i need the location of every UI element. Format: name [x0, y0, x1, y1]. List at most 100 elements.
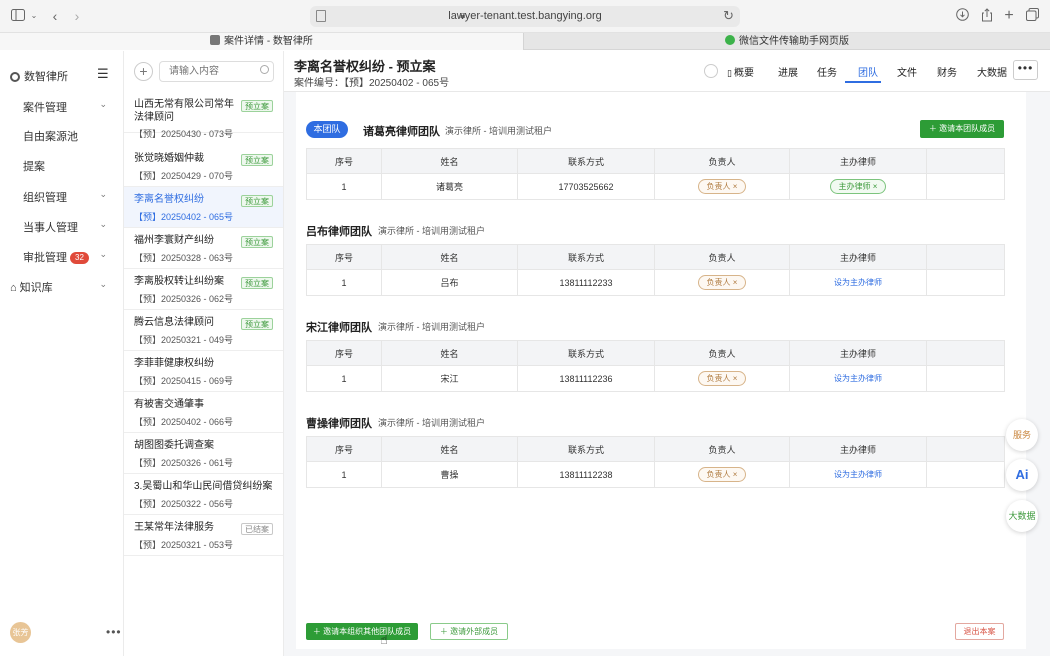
- column-header: 序号: [306, 340, 382, 366]
- lead-tag[interactable]: 负责人 ×: [697, 371, 747, 386]
- cursor-icon: ☝: [380, 632, 388, 647]
- nav-item-knowledge[interactable]: ⌂ 知识库 ⌄: [10, 279, 113, 295]
- team-org: 演示律所 - 培训用测试租户: [378, 226, 485, 236]
- invite-team-member-button[interactable]: ＋ 邀请本团队成员: [920, 120, 1004, 138]
- chevron-down-icon[interactable]: ⌄: [30, 8, 38, 24]
- chevron-down-icon: ⌄: [99, 99, 107, 109]
- case-number: 【预】20250415 - 069号: [134, 376, 234, 386]
- case-title: 山西无常有限公司常年法律顾问: [134, 99, 234, 123]
- list-item[interactable]: 福州李寰财产纠纷 【预】20250328 - 063号 预立案: [124, 228, 283, 269]
- chevron-down-icon: ⌄: [99, 249, 107, 259]
- lead-tag[interactable]: 负责人 ×: [697, 467, 747, 482]
- list-item[interactable]: 李离股权转让纠纷案 【预】20250326 - 062号 预立案: [124, 269, 283, 310]
- set-lead-lawyer-link[interactable]: 设为主办律师: [834, 278, 882, 287]
- page-title: 李离名誉权纠纷 - 预立案: [294, 59, 436, 74]
- tab-overview-icon[interactable]: [1025, 8, 1039, 24]
- list-item[interactable]: 有被害交通肇事 【预】20250402 - 066号: [124, 392, 283, 433]
- nav-item-label: 提案: [23, 161, 45, 173]
- team-name: 宋江律师团队: [306, 322, 372, 334]
- cell-phone: 13811112236: [517, 365, 655, 392]
- case-number: 【预】20250321 - 053号: [134, 540, 234, 550]
- nav-item-label: 审批管理: [23, 252, 67, 264]
- list-item[interactable]: 腾云信息法律顾问 【预】20250321 - 049号 预立案: [124, 310, 283, 351]
- tab-finance[interactable]: 财务: [937, 64, 957, 79]
- share-icon[interactable]: [980, 8, 994, 24]
- case-number: 【预】20250326 - 062号: [134, 294, 234, 304]
- lead-lawyer-tag[interactable]: 主办律师 ×: [829, 179, 887, 194]
- list-item[interactable]: 山西无常有限公司常年法律顾问 【预】20250430 - 073号 预立案: [124, 92, 283, 139]
- search-input[interactable]: [159, 61, 274, 82]
- search-icon[interactable]: [704, 64, 718, 78]
- cell-no: 1: [306, 365, 382, 392]
- case-title: 李离股权转让纠纷案: [134, 276, 224, 287]
- bigdata-float-button[interactable]: 大数据: [1006, 500, 1038, 532]
- exit-case-button[interactable]: 退出本案: [955, 623, 1004, 640]
- tab-overview[interactable]: ▯ 概要: [727, 64, 754, 79]
- cell-phone: 13811112233: [517, 269, 655, 296]
- address-bar[interactable]: 🔒︎ lawyer-tenant.test.bangying.org ↻: [310, 6, 740, 27]
- new-tab-icon[interactable]: +: [1003, 8, 1015, 24]
- cell-no: 1: [306, 269, 382, 296]
- list-item[interactable]: 胡图图委托调查案 【预】20250326 - 061号: [124, 433, 283, 474]
- lead-tag[interactable]: 负责人 ×: [697, 275, 747, 290]
- list-item[interactable]: 张觉晓婚姻仲裁 【预】20250429 - 070号 预立案: [124, 146, 283, 187]
- column-header: 主办律师: [789, 148, 927, 174]
- invite-external-button[interactable]: ＋ 邀请外部成员: [430, 623, 508, 640]
- more-icon[interactable]: •••: [106, 625, 122, 639]
- case-number: 【预】20250322 - 056号: [134, 499, 234, 509]
- case-title: 李菲菲健康权纠纷: [134, 358, 214, 369]
- cell-lead: 负责人 ×: [654, 269, 790, 296]
- back-icon[interactable]: ‹: [49, 8, 61, 24]
- nav-item-organization[interactable]: 组织管理 ⌄: [23, 189, 113, 205]
- button-label: 邀请本组织其他团队成员: [323, 627, 412, 636]
- tab-wechat[interactable]: 微信文件传输助手网页版: [523, 33, 1050, 50]
- list-item[interactable]: 3.吴蜀山和华山民间借贷纠纷案 【预】20250322 - 056号: [124, 474, 283, 515]
- reload-icon[interactable]: ↻: [723, 8, 734, 24]
- chevron-down-icon: ⌄: [99, 189, 107, 199]
- set-lead-lawyer-link[interactable]: 设为主办律师: [834, 374, 882, 383]
- nav-item-case-management[interactable]: 案件管理 ⌄: [23, 99, 113, 115]
- table-row: 1 吕布 13811112233 负责人 × 设为主办律师: [306, 269, 1005, 296]
- nav-item-clients[interactable]: 当事人管理 ⌄: [23, 219, 113, 235]
- tab-bigdata[interactable]: 大数据: [977, 64, 1007, 79]
- download-icon[interactable]: [955, 8, 969, 24]
- add-case-button[interactable]: +: [134, 62, 153, 81]
- tab-files[interactable]: 文件: [897, 64, 917, 79]
- tab-case-detail[interactable]: 案件详情 - 数智律所: [0, 33, 523, 50]
- column-header: 负责人: [654, 340, 790, 366]
- nav-item-case-pool[interactable]: 自由案源池: [23, 128, 113, 144]
- service-float-button[interactable]: 服务: [1006, 419, 1038, 451]
- ai-float-button[interactable]: Ai: [1006, 459, 1038, 491]
- table-header-row: 序号 姓名 联系方式 负责人 主办律师: [306, 148, 1005, 174]
- tab-team[interactable]: 团队: [858, 64, 878, 79]
- tab-tasks[interactable]: 任务: [817, 64, 837, 79]
- case-number: 案件编号：【预】20250402 - 065号: [294, 78, 450, 89]
- lead-tag[interactable]: 负责人 ×: [697, 179, 747, 194]
- brand[interactable]: 数智律所: [10, 68, 68, 84]
- sidebar-toggle-icon[interactable]: [11, 8, 25, 24]
- team-name: 吕布律师团队: [306, 226, 372, 238]
- list-item[interactable]: 王某常年法律服务 【预】20250321 - 053号 已结案: [124, 515, 283, 556]
- table-header-row: 序号 姓名 联系方式 负责人 主办律师: [306, 436, 1005, 462]
- column-header: 姓名: [381, 148, 518, 174]
- column-header: 负责人: [654, 436, 790, 462]
- tab-progress[interactable]: 进展: [778, 64, 798, 79]
- set-lead-lawyer-link[interactable]: 设为主办律师: [834, 470, 882, 479]
- cell-name: 诸葛亮: [381, 173, 518, 200]
- menu-icon[interactable]: ☰: [97, 66, 109, 82]
- more-button[interactable]: •••: [1013, 60, 1038, 80]
- active-tab-indicator: [845, 81, 881, 83]
- list-item-active[interactable]: 李离名誉权纠纷 【预】20250402 - 065号 预立案: [124, 187, 283, 228]
- nav-item-label: 知识库: [19, 282, 53, 294]
- case-title: 腾云信息法律顾问: [134, 317, 214, 328]
- invite-org-member-button[interactable]: ＋ 邀请本组织其他团队成员: [306, 623, 418, 640]
- avatar[interactable]: 张芳: [10, 622, 31, 643]
- list-item[interactable]: 李菲菲健康权纠纷 【预】20250415 - 069号: [124, 351, 283, 392]
- column-header: 姓名: [381, 340, 518, 366]
- status-badge: 预立案: [241, 277, 273, 289]
- table-row: 1 宋江 13811112236 负责人 × 设为主办律师: [306, 365, 1005, 392]
- nav-item-approvals[interactable]: 审批管理 32 ⌄: [23, 249, 113, 265]
- forward-icon[interactable]: ›: [71, 8, 83, 24]
- nav-item-proposal[interactable]: 提案: [23, 158, 113, 174]
- status-badge: 预立案: [241, 154, 273, 166]
